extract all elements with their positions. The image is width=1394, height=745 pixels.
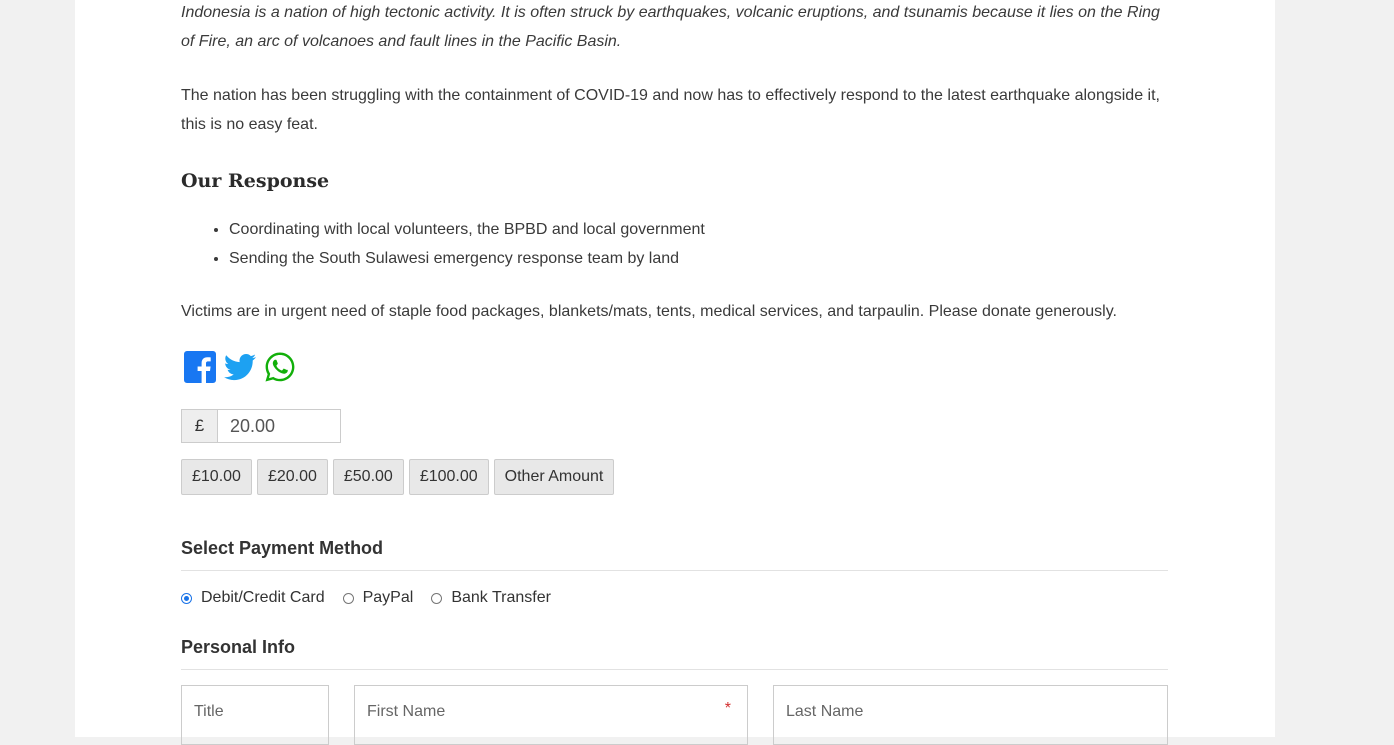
response-list: Coordinating with local volunteers, the … [181, 215, 705, 273]
payment-option-label: Debit/Credit Card [201, 589, 325, 606]
title-input[interactable] [182, 686, 328, 738]
response-heading: Our Response [181, 170, 330, 192]
response-list-item: Coordinating with local volunteers, the … [229, 215, 705, 244]
whatsapp-icon [265, 352, 295, 382]
donation-level-10-button[interactable]: £10.00 [181, 459, 252, 495]
radio-button-selected[interactable] [181, 592, 192, 604]
last-name-field [773, 685, 1168, 745]
donation-level-100-button[interactable]: £100.00 [408, 459, 489, 495]
covid-paragraph: The nation has been struggling with the … [181, 87, 1160, 133]
intro-paragraph: Indonesia is a nation of high tectonic a… [181, 4, 1160, 50]
first-name-field: * [354, 685, 748, 745]
donation-levels: £10.00 £20.00 £50.00 £100.00 Other Amoun… [181, 459, 615, 495]
response-list-item: Sending the South Sulawesi emergency res… [229, 244, 705, 273]
twitter-icon [224, 354, 256, 381]
radio-button[interactable] [431, 592, 443, 604]
first-name-input[interactable] [355, 686, 747, 738]
payment-option-paypal[interactable]: PayPal [342, 589, 414, 607]
facebook-share-button[interactable] [184, 351, 216, 383]
payment-option-card[interactable]: Debit/Credit Card [181, 589, 325, 607]
donation-level-other-button[interactable]: Other Amount [493, 459, 615, 495]
share-buttons [184, 351, 296, 383]
needs-paragraph: Victims are in urgent need of staple foo… [181, 303, 1117, 320]
donation-amount-group: £ [181, 409, 341, 443]
currency-symbol: £ [181, 409, 218, 443]
facebook-icon [184, 351, 216, 383]
last-name-input[interactable] [774, 686, 1167, 738]
payment-option-bank-transfer[interactable]: Bank Transfer [431, 589, 551, 607]
twitter-share-button[interactable] [224, 351, 256, 383]
personal-info-title: Personal Info [181, 635, 1168, 670]
payment-method-title: Select Payment Method [181, 536, 1168, 571]
payment-option-label: PayPal [362, 589, 414, 606]
radio-button[interactable] [342, 592, 354, 604]
payment-option-label: Bank Transfer [451, 589, 551, 606]
donation-level-20-button[interactable]: £20.00 [256, 459, 328, 495]
page-container: Indonesia is a nation of high tectonic a… [75, 0, 1275, 745]
payment-methods: Debit/Credit Card PayPal Bank Transfer [181, 589, 569, 607]
donation-amount-input[interactable] [218, 409, 341, 443]
whatsapp-share-button[interactable] [264, 351, 296, 383]
required-asterisk: * [724, 700, 731, 717]
title-field [181, 685, 329, 745]
donation-level-50-button[interactable]: £50.00 [332, 459, 404, 495]
